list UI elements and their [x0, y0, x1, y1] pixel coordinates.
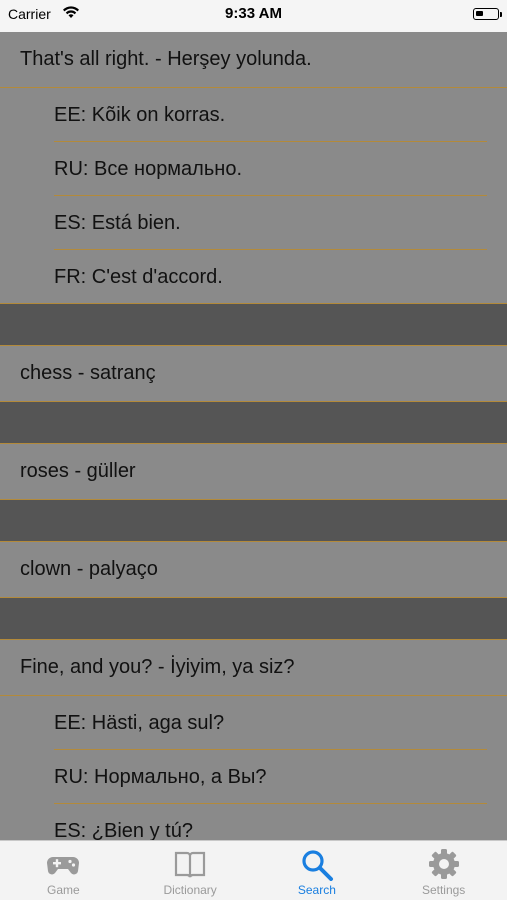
section-gap	[0, 598, 507, 640]
translation-row[interactable]: EE: Hästi, aga sul?	[0, 696, 507, 750]
translation-row[interactable]: RU: Нормально, а Вы?	[0, 750, 507, 804]
tab-label: Settings	[421, 883, 466, 897]
tab-dictionary[interactable]: Dictionary	[127, 841, 254, 900]
section-gap	[0, 402, 507, 444]
phrase-row[interactable]: chess - satranç	[0, 346, 507, 402]
book-icon	[175, 851, 206, 878]
phrase-row[interactable]: roses - güller	[0, 444, 507, 500]
translation-row[interactable]: RU: Все нормально.	[0, 142, 507, 196]
tab-bar: Game Dictionary Search Settings	[0, 840, 507, 900]
tab-search[interactable]: Search	[254, 841, 381, 900]
status-bar: Carrier 9:33 AM	[0, 0, 507, 32]
translation-row[interactable]: FR: C'est d'accord.	[0, 250, 507, 304]
tab-settings[interactable]: Settings	[380, 841, 507, 900]
phrase-row[interactable]: clown - palyaço	[0, 542, 507, 598]
tab-game[interactable]: Game	[0, 841, 127, 900]
section-gap	[0, 304, 507, 346]
section-gap	[0, 500, 507, 542]
gamepad-icon	[47, 857, 80, 875]
tab-label: Game	[47, 883, 80, 897]
gear-icon	[428, 849, 459, 879]
tab-label: Search	[297, 883, 336, 897]
phrase-row[interactable]: Fine, and you? - İyiyim, ya siz?	[0, 640, 507, 696]
translation-row[interactable]: EE: Kõik on korras.	[0, 88, 507, 142]
phrase-row[interactable]: That's all right. - Herşey yolunda.	[0, 32, 507, 88]
battery-icon	[473, 8, 499, 20]
translation-row[interactable]: ES: Está bien.	[0, 196, 507, 250]
translation-row[interactable]: ES: ¿Bien y tú?	[0, 804, 507, 840]
clock: 9:33 AM	[225, 5, 282, 22]
battery-tip	[500, 12, 502, 17]
results-list[interactable]: That's all right. - Herşey yolunda. EE: K…	[0, 32, 507, 840]
tab-label: Dictionary	[163, 883, 217, 897]
search-icon	[302, 850, 333, 881]
